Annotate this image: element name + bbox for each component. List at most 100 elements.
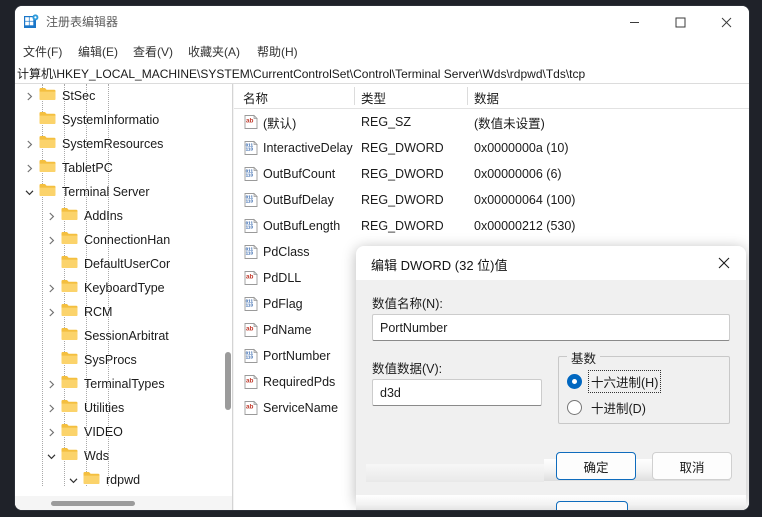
- menu-edit[interactable]: 编辑(E): [74, 41, 122, 62]
- tree-horizontal-scrollbar[interactable]: [15, 496, 232, 510]
- chevron-down-icon[interactable]: [43, 444, 59, 468]
- menu-file[interactable]: 文件(F): [19, 41, 66, 62]
- tree-item[interactable]: Utilities: [15, 396, 232, 420]
- folder-icon: [61, 255, 79, 274]
- folder-icon: [39, 183, 57, 202]
- string-value-icon: ab: [243, 374, 259, 390]
- string-value-icon: ab: [243, 270, 259, 286]
- chevron-right-icon[interactable]: [43, 420, 59, 444]
- tree-item[interactable]: KeyboardType: [15, 276, 232, 300]
- chevron-right-icon[interactable]: [43, 396, 59, 420]
- minimize-button[interactable]: [611, 6, 657, 38]
- tree-item[interactable]: SystemInformatio: [15, 108, 232, 132]
- column-divider-1[interactable]: [354, 87, 355, 105]
- value-name: InteractiveDelay: [263, 141, 353, 155]
- menu-bar: 文件(F) 编辑(E) 查看(V) 收藏夹(A) 帮助(H): [15, 38, 749, 62]
- edit-dword-dialog: 编辑 DWORD (32 位)值 数值名称(N): 数值数据(V): 基数 十六…: [356, 246, 746, 504]
- value-row[interactable]: 011110OutBufLengthREG_DWORD0x00000212 (5…: [234, 213, 749, 239]
- tree-vertical-scroll-thumb[interactable]: [225, 352, 231, 410]
- tree-item[interactable]: SysProcs: [15, 348, 232, 372]
- column-header-type[interactable]: 类型: [361, 88, 386, 107]
- value-row[interactable]: 011110InteractiveDelayREG_DWORD0x0000000…: [234, 135, 749, 161]
- folder-icon: [61, 279, 79, 298]
- tree-item[interactable]: Wds: [15, 444, 232, 468]
- tree-item-label: Wds: [84, 449, 109, 463]
- chevron-right-icon[interactable]: [43, 204, 59, 228]
- radio-hexadecimal[interactable]: 十六进制(H): [567, 371, 660, 392]
- value-name: PdDLL: [263, 271, 301, 285]
- tree-item[interactable]: VIDEO: [15, 420, 232, 444]
- folder-icon: [39, 111, 57, 130]
- folder-icon: [61, 423, 79, 442]
- address-bar[interactable]: 计算机\HKEY_LOCAL_MACHINE\SYSTEM\CurrentCon…: [15, 62, 749, 84]
- dialog-title-bar: 编辑 DWORD (32 位)值: [356, 246, 746, 280]
- folder-icon: [39, 159, 57, 178]
- tree-item[interactable]: SystemResources: [15, 132, 232, 156]
- tree-horizontal-scroll-thumb[interactable]: [51, 501, 135, 506]
- value-data-input[interactable]: [372, 379, 542, 406]
- tree-item[interactable]: TerminalTypes: [15, 372, 232, 396]
- tree-vertical-scrollbar[interactable]: [224, 84, 232, 496]
- column-header-data[interactable]: 数据: [474, 88, 499, 107]
- svg-text:110: 110: [246, 147, 254, 152]
- tree-item-label: DefaultUserCor: [84, 257, 170, 271]
- binary-value-icon: 011110: [243, 218, 259, 234]
- value-row[interactable]: 011110OutBufDelayREG_DWORD0x00000064 (10…: [234, 187, 749, 213]
- tree-item[interactable]: TabletPC: [15, 156, 232, 180]
- string-value-icon: ab: [243, 400, 259, 416]
- tree-item-label: SystemInformatio: [62, 113, 159, 127]
- dialog-title: 编辑 DWORD (32 位)值: [371, 255, 508, 274]
- value-name-input[interactable]: [372, 314, 730, 341]
- chevron-right-icon[interactable]: [21, 132, 37, 156]
- folder-icon: [61, 327, 79, 346]
- menu-favorites[interactable]: 收藏夹(A): [184, 41, 244, 62]
- maximize-button[interactable]: [657, 6, 703, 38]
- cancel-button[interactable]: 取消: [652, 452, 732, 480]
- tree-item[interactable]: AddIns: [15, 204, 232, 228]
- column-header-name[interactable]: 名称: [243, 88, 268, 107]
- dialog-close-icon[interactable]: [702, 246, 746, 280]
- chevron-down-icon[interactable]: [65, 468, 81, 492]
- chevron-right-icon[interactable]: [21, 156, 37, 180]
- registry-tree[interactable]: StSec SystemInformatio SystemResourcesTabl…: [15, 84, 232, 510]
- tree-item[interactable]: StSec: [15, 84, 232, 108]
- chevron-right-icon[interactable]: [43, 300, 59, 324]
- chevron-down-icon[interactable]: [21, 180, 37, 204]
- binary-value-icon: 011110: [243, 244, 259, 260]
- radio-decimal-mark: [567, 400, 582, 415]
- tree-item[interactable]: SessionArbitrat: [15, 324, 232, 348]
- tree-item-label: Utilities: [84, 401, 124, 415]
- tree-item[interactable]: DefaultUserCor: [15, 252, 232, 276]
- chevron-right-icon[interactable]: [21, 84, 37, 108]
- value-type: REG_DWORD: [361, 219, 444, 233]
- tree-item[interactable]: RCM: [15, 300, 232, 324]
- folder-icon: [61, 447, 79, 466]
- value-row[interactable]: ab(默认)REG_SZ(数值未设置): [234, 109, 749, 135]
- chevron-right-icon[interactable]: [43, 372, 59, 396]
- chevron-right-icon[interactable]: [43, 276, 59, 300]
- menu-view[interactable]: 查看(V): [129, 41, 177, 62]
- value-row[interactable]: 011110OutBufCountREG_DWORD0x00000006 (6): [234, 161, 749, 187]
- radio-decimal[interactable]: 十进制(D): [567, 397, 648, 418]
- tree-indent-spacer: [43, 252, 59, 276]
- tree-item-label: Terminal Server: [62, 185, 150, 199]
- tree-item[interactable]: ConnectionHan: [15, 228, 232, 252]
- ok-button[interactable]: 确定: [556, 452, 636, 480]
- tree-item-label: StSec: [62, 89, 95, 103]
- value-name: PdName: [263, 323, 312, 337]
- menu-help[interactable]: 帮助(H): [253, 41, 302, 62]
- folder-icon: [61, 351, 79, 370]
- value-name: OutBufDelay: [263, 193, 334, 207]
- radix-group: 基数 十六进制(H) 十进制(D): [558, 356, 730, 424]
- tree-item[interactable]: Terminal Server: [15, 180, 232, 204]
- radio-hexadecimal-mark: [567, 374, 582, 389]
- column-divider-2[interactable]: [467, 87, 468, 105]
- value-data: 0x00000212 (530): [474, 219, 575, 233]
- value-data: 0x0000000a (10): [474, 141, 569, 155]
- close-button[interactable]: [703, 6, 749, 38]
- tree-item[interactable]: rdpwd: [15, 468, 232, 492]
- chevron-right-icon[interactable]: [43, 228, 59, 252]
- binary-value-icon: 011110: [243, 166, 259, 182]
- radio-hexadecimal-label: 十六进制(H): [589, 371, 660, 392]
- value-name: (默认): [263, 113, 296, 132]
